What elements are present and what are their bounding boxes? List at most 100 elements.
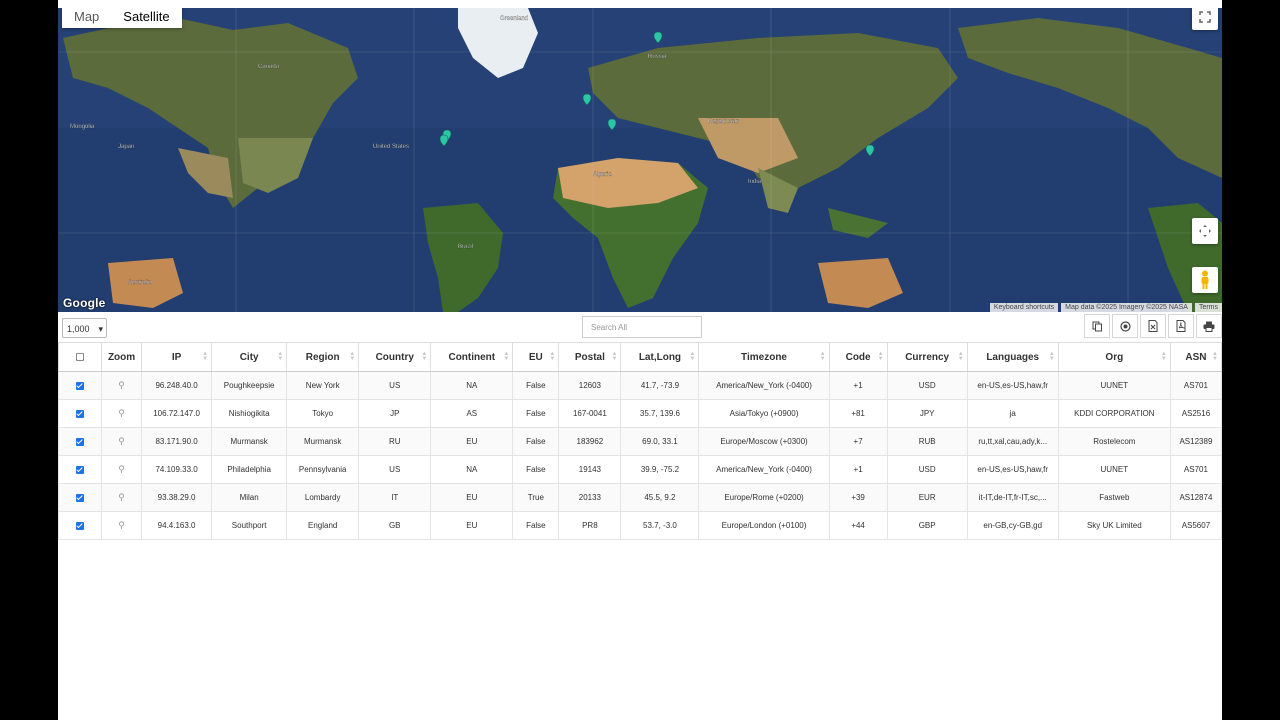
pdf-export-button[interactable] [1168, 314, 1194, 338]
page-size-select[interactable]: 1,000 ▾ [62, 318, 107, 338]
column-visibility-button[interactable] [1112, 314, 1138, 338]
table-row[interactable]: ⚲ 74.109.33.0 Philadelphia Pennsylvania … [58, 455, 1222, 484]
camera-control-button[interactable] [1192, 218, 1218, 244]
column-header-languages[interactable]: Languages ▲ ▼ [966, 342, 1059, 372]
row-checkbox[interactable] [76, 381, 85, 390]
code-cell: +1 [828, 371, 888, 400]
column-header-asn[interactable]: ASN ▲ ▼ [1169, 342, 1222, 372]
column-header-label: Timezone [741, 351, 787, 363]
world-map[interactable]: Greenland Russia United States Brazil Au… [58, 8, 1222, 312]
fullscreen-button[interactable] [1192, 8, 1218, 30]
street-view-pegman-button[interactable] [1192, 267, 1218, 293]
page-size-value: 1,000 [67, 324, 90, 334]
zoom-cell: ⚲ [101, 427, 143, 456]
table-body: ⚲ 96.248.40.0 Poughkeepsie New York US N… [58, 371, 1222, 540]
row-checkbox[interactable] [76, 465, 85, 474]
org-cell: KDDI CORPORATION [1057, 399, 1171, 428]
export-buttons [1082, 314, 1222, 338]
column-header-latlong[interactable]: Lat,Long ▲ ▼ [620, 342, 700, 372]
table-row[interactable]: ⚲ 93.38.29.0 Milan Lombardy IT EU True 2… [58, 483, 1222, 512]
city-cell: Philadelphia [211, 455, 288, 484]
code-cell: +39 [828, 483, 888, 512]
map-label: Mongolia [70, 124, 95, 130]
map-type-satellite-button[interactable]: Satellite [111, 8, 181, 28]
table-row[interactable]: ⚲ 96.248.40.0 Poughkeepsie New York US N… [58, 371, 1222, 400]
excel-export-button[interactable] [1140, 314, 1166, 338]
country-cell: JP [358, 399, 432, 428]
country-cell: US [358, 455, 432, 484]
ip-cell: 106.72.147.0 [141, 399, 213, 428]
column-header-country[interactable]: Country ▲ ▼ [358, 342, 432, 372]
asn-cell: AS12874 [1169, 483, 1222, 512]
column-header-postal[interactable]: Postal ▲ ▼ [558, 342, 622, 372]
row-select-cell [58, 427, 103, 456]
fullscreen-icon [1199, 11, 1211, 23]
sort-icon: ▲ ▼ [819, 351, 826, 362]
column-header-code[interactable]: Code ▲ ▼ [828, 342, 888, 372]
timezone-cell: Europe/Moscow (+0300) [698, 427, 830, 456]
asn-cell: AS5607 [1169, 511, 1222, 540]
org-cell: UUNET [1057, 371, 1171, 400]
region-cell: New York [286, 371, 360, 400]
map-attribution: Keyboard shortcuts Map data ©2025 Imager… [987, 303, 1222, 312]
row-checkbox[interactable] [76, 521, 85, 530]
table-row[interactable]: ⚲ 106.72.147.0 Nishiogikita Tokyo JP AS … [58, 399, 1222, 428]
map-data-attribution: Map data ©2025 Imagery ©2025 NASA [1061, 303, 1192, 312]
region-cell: England [286, 511, 360, 540]
eu-cell: False [512, 399, 560, 428]
latlong-cell: 69.0, 33.1 [620, 427, 700, 456]
map-type-map-button[interactable]: Map [62, 8, 111, 28]
ip-cell: 94.4.163.0 [141, 511, 213, 540]
copy-button[interactable] [1084, 314, 1110, 338]
code-cell: +44 [828, 511, 888, 540]
continent-cell: EU [430, 511, 514, 540]
column-header-label: Postal [574, 351, 605, 363]
column-header-zoom[interactable]: Zoom [101, 342, 143, 372]
map-pin-icon[interactable]: ⚲ [118, 520, 125, 530]
column-header-label: Code [845, 351, 871, 363]
row-checkbox[interactable] [76, 437, 85, 446]
postal-cell: 20133 [558, 483, 622, 512]
languages-cell: ja [966, 399, 1059, 428]
map-pin-icon[interactable]: ⚲ [118, 408, 125, 418]
column-header-eu[interactable]: EU ▲ ▼ [512, 342, 560, 372]
continent-cell: NA [430, 455, 514, 484]
zoom-cell: ⚲ [101, 399, 143, 428]
select-all-checkbox[interactable] [76, 352, 85, 361]
map-pin-icon[interactable]: ⚲ [118, 436, 125, 446]
row-checkbox[interactable] [76, 409, 85, 418]
table-row[interactable]: ⚲ 83.171.90.0 Murmansk Murmansk RU EU Fa… [58, 427, 1222, 456]
country-cell: IT [358, 483, 432, 512]
column-header-label: City [239, 351, 259, 363]
map-label: India [748, 179, 762, 185]
code-cell: +81 [828, 399, 888, 428]
terms-link[interactable]: Terms [1194, 303, 1222, 312]
eu-cell: False [512, 511, 560, 540]
column-header-timezone[interactable]: Timezone ▲ ▼ [698, 342, 830, 372]
column-header-ip[interactable]: IP ▲ ▼ [141, 342, 213, 372]
org-cell: UUNET [1057, 455, 1171, 484]
pegman-icon [1201, 270, 1209, 289]
column-header-region[interactable]: Region ▲ ▼ [286, 342, 360, 372]
search-input[interactable]: Search All [582, 316, 702, 338]
asn-cell: AS2516 [1169, 399, 1222, 428]
keyboard-shortcuts-link[interactable]: Keyboard shortcuts [989, 303, 1059, 312]
column-header-continent[interactable]: Continent ▲ ▼ [430, 342, 514, 372]
map-pin-icon[interactable]: ⚲ [118, 492, 125, 502]
column-header-city[interactable]: City ▲ ▼ [211, 342, 288, 372]
google-logo: Google [63, 296, 106, 310]
map-pin-icon[interactable]: ⚲ [118, 464, 125, 474]
map-pin-icon[interactable]: ⚲ [118, 380, 125, 390]
column-header-label: Zoom [107, 351, 136, 363]
languages-cell: ru,tt,xal,cau,ady,k... [966, 427, 1059, 456]
column-header-label: Country [375, 351, 414, 363]
map-label: Japan [118, 144, 134, 150]
column-header-currency[interactable]: Currency ▲ ▼ [886, 342, 968, 372]
postal-cell: 19143 [558, 455, 622, 484]
column-header-org[interactable]: Org ▲ ▼ [1057, 342, 1171, 372]
row-checkbox[interactable] [76, 493, 85, 502]
sort-icon: ▲ ▼ [421, 351, 428, 362]
print-button[interactable] [1196, 314, 1222, 338]
print-icon [1203, 321, 1215, 332]
table-row[interactable]: ⚲ 94.4.163.0 Southport England GB EU Fal… [58, 511, 1222, 540]
